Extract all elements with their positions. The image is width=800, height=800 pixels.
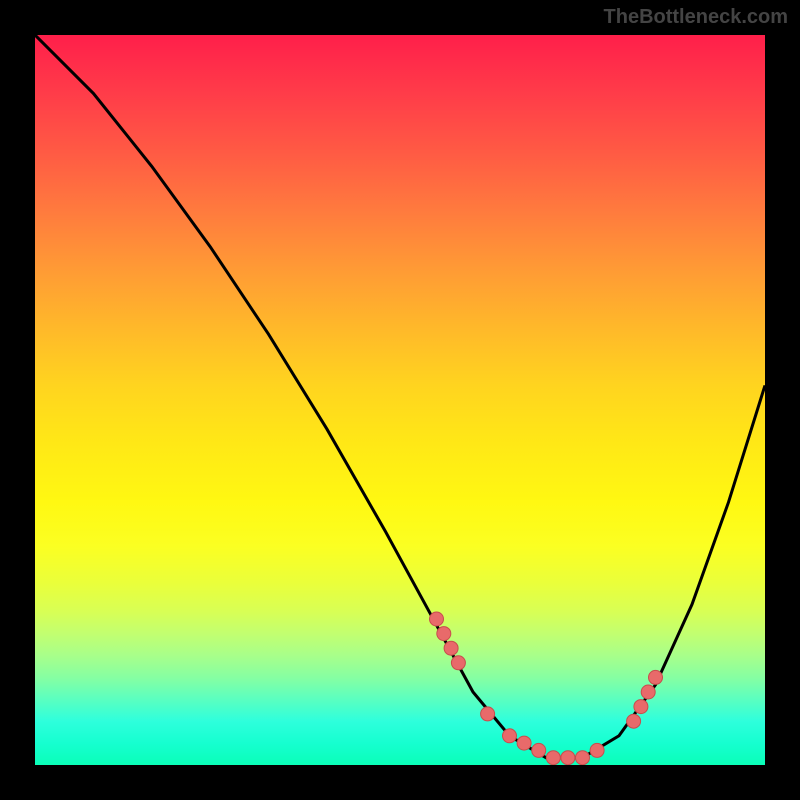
marker-dot [517, 736, 531, 750]
marker-dot [444, 641, 458, 655]
marker-dot [546, 751, 560, 765]
marker-dot [576, 751, 590, 765]
marker-dot [641, 685, 655, 699]
chart-plot-area [35, 35, 765, 765]
marker-dot [481, 707, 495, 721]
marker-dot [451, 656, 465, 670]
marker-dot [503, 729, 517, 743]
marker-dot [430, 612, 444, 626]
marker-group [430, 612, 663, 765]
chart-svg [35, 35, 765, 765]
marker-dot [590, 743, 604, 757]
marker-dot [561, 751, 575, 765]
marker-dot [437, 627, 451, 641]
bottleneck-curve [35, 35, 765, 758]
marker-dot [532, 743, 546, 757]
marker-dot [627, 714, 641, 728]
marker-dot [649, 670, 663, 684]
marker-dot [634, 700, 648, 714]
watermark-text: TheBottleneck.com [604, 6, 788, 29]
